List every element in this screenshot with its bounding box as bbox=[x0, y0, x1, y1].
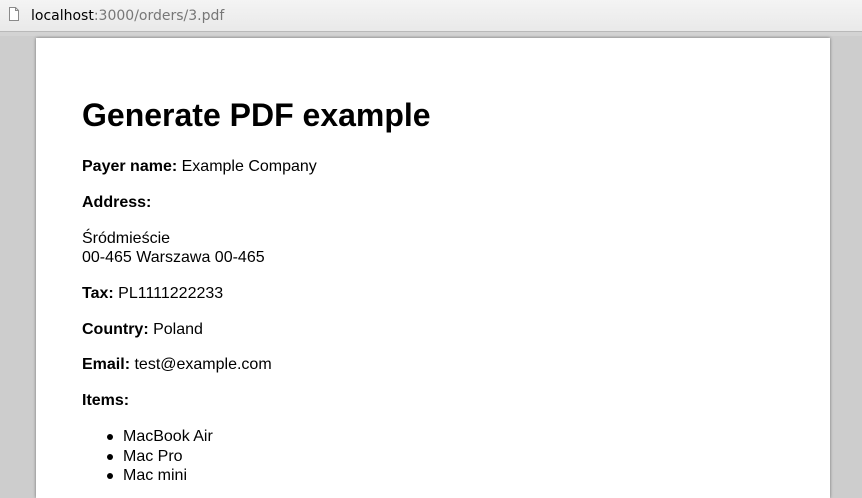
country-label: Country: bbox=[82, 321, 149, 338]
address-block: Śródmieście 00-465 Warszawa 00-465 bbox=[82, 229, 265, 267]
address-line-1: Śródmieście bbox=[82, 230, 171, 247]
items-list: MacBook Air Mac Pro Mac mini bbox=[82, 427, 213, 486]
page-icon bbox=[9, 7, 19, 21]
tax-value: PL1111222233 bbox=[118, 285, 224, 302]
tax-row: Tax: PL1111222233 bbox=[82, 284, 223, 303]
address-label: Address: bbox=[82, 194, 152, 211]
bullet-icon bbox=[107, 434, 113, 440]
tax-label: Tax: bbox=[82, 285, 114, 302]
email-value: test@example.com bbox=[134, 356, 272, 373]
pdf-page: Generate PDF example Payer name: Example… bbox=[36, 38, 830, 498]
url-host: localhost bbox=[31, 8, 94, 24]
list-item: Mac mini bbox=[82, 466, 213, 486]
address-bar[interactable]: localhost:3000/orders/3.pdf bbox=[0, 0, 862, 32]
bullet-icon bbox=[107, 453, 113, 460]
payer-label: Payer name: bbox=[82, 158, 178, 175]
url-text[interactable]: localhost:3000/orders/3.pdf bbox=[31, 7, 224, 25]
list-item: Mac Pro bbox=[82, 447, 213, 467]
document-title: Generate PDF example bbox=[82, 97, 431, 133]
item-label: Mac Pro bbox=[123, 447, 183, 465]
payer-row: Payer name: Example Company bbox=[82, 157, 317, 176]
item-label: Mac mini bbox=[123, 467, 188, 484]
country-value: Poland bbox=[153, 321, 203, 338]
list-item: MacBook Air bbox=[82, 427, 213, 447]
email-row: Email: test@example.com bbox=[82, 355, 272, 374]
address-label-row: Address: bbox=[82, 193, 151, 212]
payer-value: Example Company bbox=[181, 158, 317, 175]
address-line-2: 00-465 Warszawa 00-465 bbox=[82, 249, 265, 266]
country-row: Country: Poland bbox=[82, 320, 203, 339]
toolbar-separator bbox=[0, 32, 862, 36]
bullet-icon bbox=[107, 473, 113, 479]
email-label: Email: bbox=[82, 356, 131, 373]
items-label: Items: bbox=[82, 392, 130, 409]
item-label: MacBook Air bbox=[123, 428, 213, 445]
items-label-row: Items: bbox=[82, 391, 129, 410]
url-path: :3000/orders/3.pdf bbox=[93, 8, 225, 24]
